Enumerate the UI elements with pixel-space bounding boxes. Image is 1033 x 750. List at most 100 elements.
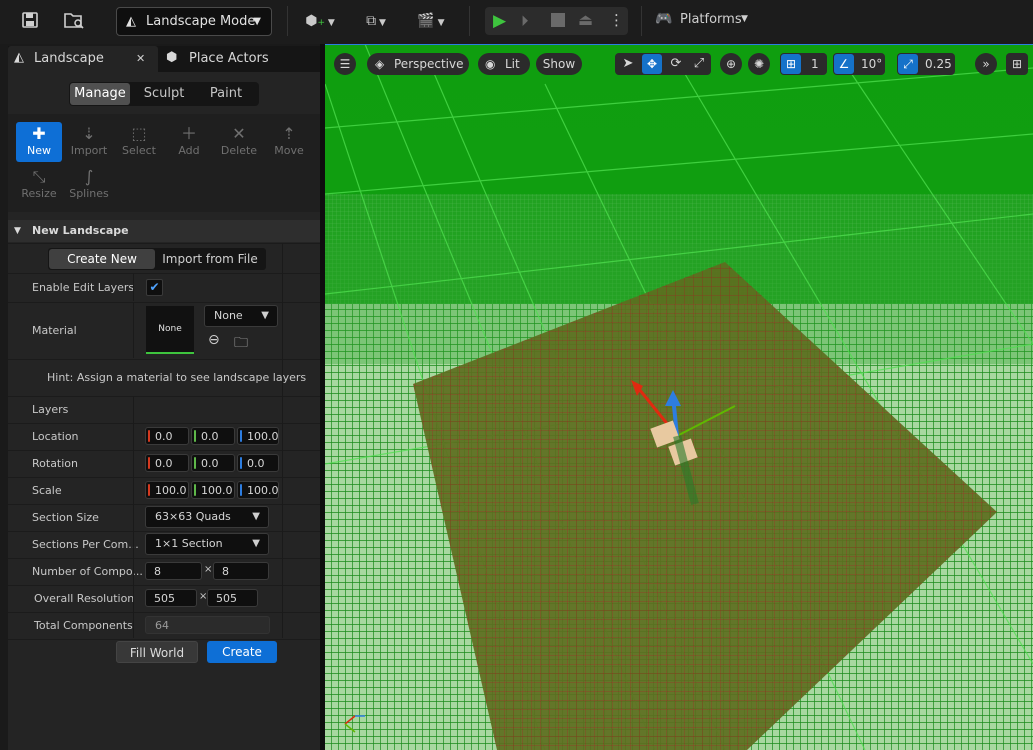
resolution-x-input[interactable]: 505 xyxy=(145,589,197,607)
enable-edit-layers-row: Enable Edit Layers xyxy=(8,273,320,302)
tab-landscape[interactable]: ◭ Landscape ✕ xyxy=(8,46,158,72)
stop-icon[interactable] xyxy=(551,13,565,27)
tool-import[interactable]: ⇣ Import xyxy=(66,122,112,162)
add-actor-icon[interactable]: ⬢+ ▼ xyxy=(301,11,339,33)
location-x-input[interactable]: 0.0 xyxy=(145,427,189,445)
close-icon[interactable]: ✕ xyxy=(136,52,145,65)
save-icon[interactable] xyxy=(19,11,41,34)
material-thumbnail[interactable]: None xyxy=(146,306,194,354)
section-size-dropdown[interactable]: 63×63 Quads ▼ xyxy=(145,506,269,528)
transform-tools: ➤ ✥ ⟳ ⤢ xyxy=(615,53,711,75)
scale-label: Scale xyxy=(32,484,62,497)
play-icon[interactable]: ▶ xyxy=(493,11,506,31)
total-components-field: 64 xyxy=(145,616,270,634)
tool-move[interactable]: ⇡ Move xyxy=(266,122,312,162)
use-selected-asset-icon[interactable]: ⊖ xyxy=(208,332,220,348)
platforms-button[interactable]: 🎮 Platforms ▼ xyxy=(655,11,755,31)
property-grid-divider xyxy=(133,396,134,638)
tab-sculpt[interactable]: Sculpt xyxy=(134,83,194,105)
viewport-menu-button[interactable]: ☰ xyxy=(334,53,356,75)
select-cursor-icon[interactable]: ➤ xyxy=(618,53,638,75)
create-button[interactable]: Create xyxy=(207,641,277,663)
browse-asset-icon[interactable]: 🗀 xyxy=(234,332,248,356)
world-space-button[interactable]: ⊕ xyxy=(720,53,742,75)
add-icon: ＋ xyxy=(180,124,197,143)
tool-select[interactable]: ⬚ Select xyxy=(116,122,162,162)
tool-splines[interactable]: ∫ Splines xyxy=(66,165,112,205)
landscape-mode-icon: ◭ xyxy=(126,14,136,29)
scale-snap-control[interactable]: ⤢ 0.25 xyxy=(897,53,955,75)
more-options-icon[interactable]: ⋮ xyxy=(609,11,624,29)
scale-y-input[interactable]: 100.0 xyxy=(191,481,235,499)
property-grid-divider xyxy=(282,243,283,638)
scale-y-value: 100.0 xyxy=(201,484,233,497)
view-mode-button[interactable]: ◈ Perspective xyxy=(367,53,469,75)
rotation-snap-control[interactable]: ∠ 10° xyxy=(833,53,885,75)
level-viewport[interactable]: ☰ ◈ Perspective ◉ Lit Show ➤ ✥ ⟳ ⤢ ⊕ ✺ ⊞… xyxy=(325,44,1033,750)
content-browser-icon[interactable] xyxy=(62,11,86,34)
new-landscape-icon: ✚ xyxy=(32,124,46,143)
scale-z-input[interactable]: 100.0 xyxy=(237,481,279,499)
step-icon[interactable]: ⏵ xyxy=(521,12,529,30)
chevron-down-icon: ▼ xyxy=(253,16,261,27)
toolbar-divider xyxy=(287,6,288,36)
select-icon: ⬚ xyxy=(131,124,147,143)
move-icon: ⇡ xyxy=(282,124,296,143)
tab-paint[interactable]: Paint xyxy=(196,83,256,105)
surface-snap-button[interactable]: ✺ xyxy=(748,53,770,75)
components-y-input[interactable]: 8 xyxy=(213,562,269,580)
material-dropdown[interactable]: None ▼ xyxy=(204,305,278,327)
tool-resize[interactable]: ⤡ Resize xyxy=(16,165,62,205)
enable-edit-layers-checkbox[interactable]: ✔ xyxy=(146,279,163,296)
scale-icon[interactable]: ⤢ xyxy=(689,53,709,75)
layers-row: Layers xyxy=(8,396,320,423)
fill-world-button[interactable]: Fill World xyxy=(116,641,198,663)
delete-icon: ✕ xyxy=(232,124,246,143)
tab-import-from-file[interactable]: Import from File xyxy=(156,249,264,269)
grid-snap-control[interactable]: ⊞ 1 xyxy=(780,53,827,75)
sections-per-component-dropdown[interactable]: 1×1 Section ▼ xyxy=(145,533,269,555)
place-actors-icon: ⬢ xyxy=(166,50,178,65)
tool-resize-label: Resize xyxy=(21,187,57,200)
chevron-down-icon: ▼ xyxy=(252,511,260,522)
hint-text: Hint: Assign a material to see landscape… xyxy=(47,371,307,384)
translate-icon[interactable]: ✥ xyxy=(642,54,662,74)
section-size-label: Section Size xyxy=(32,511,99,524)
eject-icon[interactable]: ⏏ xyxy=(578,10,593,29)
more-tools-button[interactable]: » xyxy=(975,53,997,75)
cinematics-icon[interactable]: 🎬 ▼ xyxy=(412,11,450,33)
rotation-y-input[interactable]: 0.0 xyxy=(191,454,235,472)
viewport-layout-button[interactable]: ⊞ xyxy=(1006,53,1028,75)
rotation-x-input[interactable]: 0.0 xyxy=(145,454,189,472)
toolbar-divider xyxy=(469,6,470,36)
double-chevron-right-icon: » xyxy=(982,57,990,71)
tool-delete[interactable]: ✕ Delete xyxy=(216,122,262,162)
tab-place-actors[interactable]: ⬢ Place Actors xyxy=(160,46,310,72)
show-button[interactable]: Show xyxy=(536,53,582,75)
section-title: New Landscape xyxy=(32,224,129,237)
tab-manage[interactable]: Manage xyxy=(70,83,130,105)
rotation-z-input[interactable]: 0.0 xyxy=(237,454,279,472)
tool-delete-label: Delete xyxy=(220,144,258,157)
location-y-input[interactable]: 0.0 xyxy=(191,427,235,445)
tool-add-label: Add xyxy=(178,144,200,157)
location-z-input[interactable]: 100.0 xyxy=(237,427,279,445)
components-x-input[interactable]: 8 xyxy=(145,562,202,580)
lighting-mode-button[interactable]: ◉ Lit xyxy=(478,53,530,75)
scale-z-value: 100.0 xyxy=(247,484,279,497)
tab-create-new[interactable]: Create New xyxy=(49,249,155,269)
grid-snap-icon: ⊞ xyxy=(781,54,801,74)
rotate-icon[interactable]: ⟳ xyxy=(666,53,686,75)
tool-new-label: New xyxy=(27,144,51,157)
scale-snap-icon: ⤢ xyxy=(898,54,918,74)
resolution-y-input[interactable]: 505 xyxy=(207,589,258,607)
tool-new[interactable]: ✚ New xyxy=(16,122,62,162)
blueprint-icon[interactable]: ⧉ ▼ xyxy=(357,11,395,33)
scale-x-input[interactable]: 100.0 xyxy=(145,481,189,499)
tool-add[interactable]: ＋ Add xyxy=(166,122,212,162)
material-thumbnail-label: None xyxy=(158,324,182,334)
mode-dropdown[interactable]: ◭ Landscape Mode ▼ xyxy=(116,7,272,36)
new-landscape-section-header[interactable]: ▼ New Landscape xyxy=(8,220,320,242)
tab-sculpt-label: Sculpt xyxy=(143,86,185,101)
platforms-label: Platforms xyxy=(680,12,742,27)
